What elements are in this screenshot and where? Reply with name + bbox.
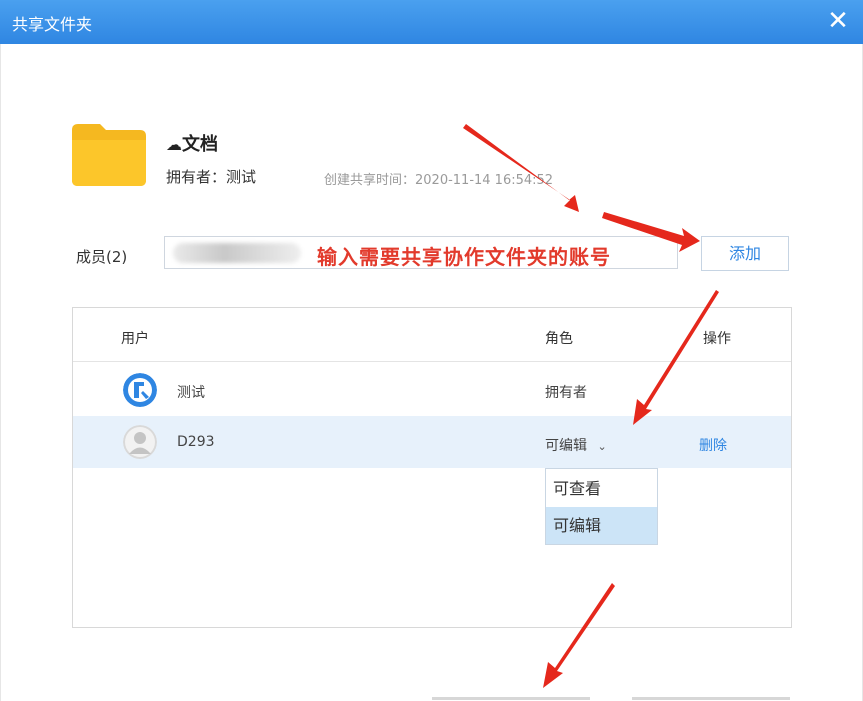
blurred-account: [173, 243, 301, 263]
column-action: 操作: [703, 331, 731, 347]
user-avatar-icon: [123, 373, 157, 407]
owner-label: 拥有者：: [166, 168, 227, 186]
role-select[interactable]: 可编辑 ⌄: [545, 435, 607, 455]
folder-icon: [72, 124, 146, 186]
owner-line: 拥有者：测试: [166, 166, 256, 187]
members-table: 用户 角色 操作 测试 拥有者 D293 可编辑 ⌄ 删除: [72, 307, 792, 628]
role-select-value: 可编辑: [545, 438, 587, 454]
header-divider: [73, 361, 791, 362]
created-time: 创建共享时间：2020-11-14 16:54:52: [324, 173, 554, 188]
role-option-view[interactable]: 可查看: [546, 470, 657, 507]
account-input[interactable]: 输入需要共享协作文件夹的账号: [164, 236, 678, 269]
role-option-edit[interactable]: 可编辑: [546, 507, 657, 544]
input-hint-annotation: 输入需要共享协作文件夹的账号: [317, 245, 611, 269]
user-role: 拥有者: [545, 385, 587, 401]
folder-name: 文档: [182, 134, 218, 155]
cloud-icon: ☁: [166, 135, 182, 154]
delete-link[interactable]: 删除: [699, 435, 727, 455]
default-avatar-icon: [123, 425, 157, 459]
members-label: 成员(2): [76, 248, 128, 266]
confirm-button-edge[interactable]: [432, 697, 590, 700]
add-button[interactable]: 添加: [701, 236, 789, 271]
table-row[interactable]: 测试 拥有者: [73, 364, 791, 416]
owner-value: 测试: [226, 168, 257, 186]
role-dropdown: 可查看 可编辑: [545, 468, 658, 545]
title-bar: 共享文件夹 ✕: [0, 0, 863, 44]
chevron-down-icon: ⌄: [597, 440, 607, 453]
column-role: 角色: [545, 331, 573, 347]
column-user: 用户: [121, 331, 149, 347]
cancel-button-edge[interactable]: [632, 697, 790, 700]
user-name: 测试: [177, 385, 205, 401]
user-name: D293: [177, 434, 215, 450]
window-title: 共享文件夹: [12, 15, 93, 34]
folder-title: ☁文档: [166, 130, 218, 156]
close-icon[interactable]: ✕: [823, 7, 853, 35]
table-row[interactable]: D293 可编辑 ⌄ 删除: [73, 416, 791, 468]
